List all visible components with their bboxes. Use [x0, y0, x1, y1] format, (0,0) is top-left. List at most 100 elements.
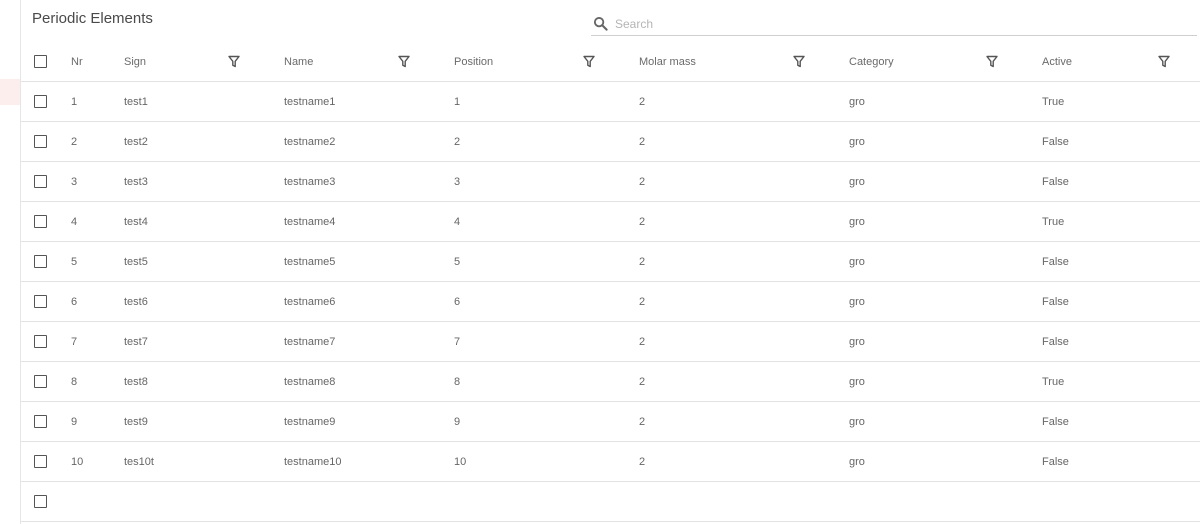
cell-nr: 7	[71, 336, 78, 348]
table-row[interactable]: 6 test6 testname6 6 2 gro False	[21, 282, 1200, 322]
table-row[interactable]: 1 test1 testname1 1 2 gro True	[21, 82, 1200, 122]
cell-nr: 5	[71, 256, 78, 268]
cell-sign: test1	[124, 96, 148, 108]
search-icon	[593, 16, 608, 31]
cell-sign: test9	[124, 416, 148, 428]
search-input[interactable]	[613, 13, 1173, 35]
cell-sign: test4	[124, 216, 148, 228]
filter-icon[interactable]	[398, 55, 410, 68]
row-checkbox[interactable]	[34, 215, 47, 228]
row-checkbox[interactable]	[34, 415, 47, 428]
cell-sign: test5	[124, 256, 148, 268]
left-highlight	[0, 79, 20, 105]
cell-sign: test7	[124, 336, 148, 348]
cell-active: False	[1042, 136, 1069, 148]
cell-category: gro	[849, 176, 865, 188]
column-header-category[interactable]: Category	[849, 42, 894, 82]
table-row[interactable]: 7 test7 testname7 7 2 gro False	[21, 322, 1200, 362]
cell-category: gro	[849, 296, 865, 308]
cell-molar-mass: 2	[639, 336, 646, 348]
search-bar[interactable]	[591, 13, 1197, 36]
cell-active: False	[1042, 456, 1069, 468]
cell-name: testname2	[284, 136, 336, 148]
cell-sign: test3	[124, 176, 148, 188]
table-row[interactable]: 3 test3 testname3 3 2 gro False	[21, 162, 1200, 202]
row-checkbox[interactable]	[34, 335, 47, 348]
row-checkbox[interactable]	[34, 255, 47, 268]
cell-nr: 4	[71, 216, 78, 228]
table-row-new[interactable]	[21, 482, 1200, 522]
table-row[interactable]: 8 test8 testname8 8 2 gro True	[21, 362, 1200, 402]
cell-position: 6	[454, 296, 461, 308]
cell-molar-mass: 2	[639, 96, 646, 108]
cell-name: testname10	[284, 456, 342, 468]
table-row[interactable]: 10 tes10t testname10 10 2 gro False	[21, 442, 1200, 482]
filter-icon[interactable]	[793, 55, 805, 68]
cell-active: True	[1042, 216, 1065, 228]
column-header-position[interactable]: Position	[454, 42, 493, 82]
cell-molar-mass: 2	[639, 456, 646, 468]
table-row[interactable]: 9 test9 testname9 9 2 gro False	[21, 402, 1200, 442]
row-checkbox[interactable]	[34, 495, 47, 508]
table-header-row: Nr Sign Name Position Molar mass Categor…	[21, 42, 1200, 82]
cell-active: True	[1042, 96, 1065, 108]
row-checkbox[interactable]	[34, 175, 47, 188]
cell-active: False	[1042, 296, 1069, 308]
row-checkbox[interactable]	[34, 375, 47, 388]
row-checkbox[interactable]	[34, 295, 47, 308]
filter-icon[interactable]	[228, 55, 240, 68]
page-title: Periodic Elements	[32, 10, 153, 27]
cell-category: gro	[849, 336, 865, 348]
cell-position: 3	[454, 176, 461, 188]
cell-nr: 8	[71, 376, 78, 388]
filter-icon[interactable]	[583, 55, 595, 68]
table-row[interactable]: 5 test5 testname5 5 2 gro False	[21, 242, 1200, 282]
row-checkbox[interactable]	[34, 95, 47, 108]
data-table: Nr Sign Name Position Molar mass Categor…	[21, 42, 1200, 522]
cell-category: gro	[849, 96, 865, 108]
column-header-active[interactable]: Active	[1042, 42, 1072, 82]
table-panel: Periodic Elements Nr Sign Name Position …	[20, 0, 1200, 524]
column-header-sign[interactable]: Sign	[124, 42, 146, 82]
cell-molar-mass: 2	[639, 376, 646, 388]
cell-position: 9	[454, 416, 461, 428]
cell-active: True	[1042, 376, 1065, 388]
cell-category: gro	[849, 216, 865, 228]
filter-icon[interactable]	[1158, 55, 1170, 68]
cell-category: gro	[849, 136, 865, 148]
column-header-nr[interactable]: Nr	[71, 42, 83, 82]
table-row[interactable]: 2 test2 testname2 2 2 gro False	[21, 122, 1200, 162]
cell-name: testname3	[284, 176, 336, 188]
cell-active: False	[1042, 336, 1069, 348]
cell-category: gro	[849, 376, 865, 388]
cell-nr: 10	[71, 456, 84, 468]
cell-nr: 2	[71, 136, 78, 148]
row-checkbox[interactable]	[34, 455, 47, 468]
cell-position: 8	[454, 376, 461, 388]
cell-position: 4	[454, 216, 461, 228]
select-all-checkbox[interactable]	[34, 55, 47, 68]
column-header-name[interactable]: Name	[284, 42, 313, 82]
table-row[interactable]: 4 test4 testname4 4 2 gro True	[21, 202, 1200, 242]
row-checkbox[interactable]	[34, 135, 47, 148]
cell-category: gro	[849, 456, 865, 468]
cell-molar-mass: 2	[639, 296, 646, 308]
cell-name: testname6	[284, 296, 336, 308]
cell-name: testname9	[284, 416, 336, 428]
cell-nr: 1	[71, 96, 78, 108]
cell-molar-mass: 2	[639, 176, 646, 188]
cell-position: 7	[454, 336, 461, 348]
cell-name: testname5	[284, 256, 336, 268]
filter-icon[interactable]	[986, 55, 998, 68]
cell-sign: test6	[124, 296, 148, 308]
cell-name: testname4	[284, 216, 336, 228]
cell-molar-mass: 2	[639, 416, 646, 428]
cell-position: 2	[454, 136, 461, 148]
column-header-molar-mass[interactable]: Molar mass	[639, 42, 696, 82]
cell-category: gro	[849, 416, 865, 428]
cell-nr: 6	[71, 296, 78, 308]
cell-nr: 9	[71, 416, 78, 428]
cell-molar-mass: 2	[639, 216, 646, 228]
cell-position: 5	[454, 256, 461, 268]
cell-name: testname1	[284, 96, 336, 108]
